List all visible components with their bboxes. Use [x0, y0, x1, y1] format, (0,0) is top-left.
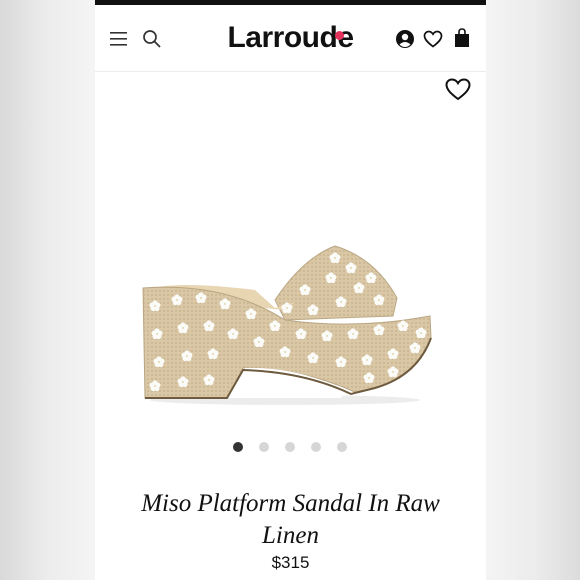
heart-outline-icon[interactable]	[445, 78, 471, 101]
user-account-icon[interactable]	[395, 29, 415, 49]
image-carousel-dots	[95, 440, 486, 454]
carousel-dot[interactable]	[285, 442, 295, 452]
logo-accent-mark	[335, 31, 344, 40]
carousel-dot[interactable]	[233, 442, 243, 452]
carousel-dot[interactable]	[337, 442, 347, 452]
site-header: Larroude	[95, 5, 486, 72]
heart-icon[interactable]	[423, 30, 443, 48]
carousel-dot[interactable]	[311, 442, 321, 452]
carousel-dot[interactable]	[259, 442, 269, 452]
sandal-product-photo[interactable]	[135, 238, 435, 408]
shopping-bag-icon[interactable]	[454, 28, 470, 48]
product-title: Miso Platform Sandal In Raw Linen	[141, 490, 440, 549]
product-page: Larroude Miso Platform Sandal In Raw Lin…	[95, 0, 486, 580]
product-price: $315	[271, 553, 310, 572]
